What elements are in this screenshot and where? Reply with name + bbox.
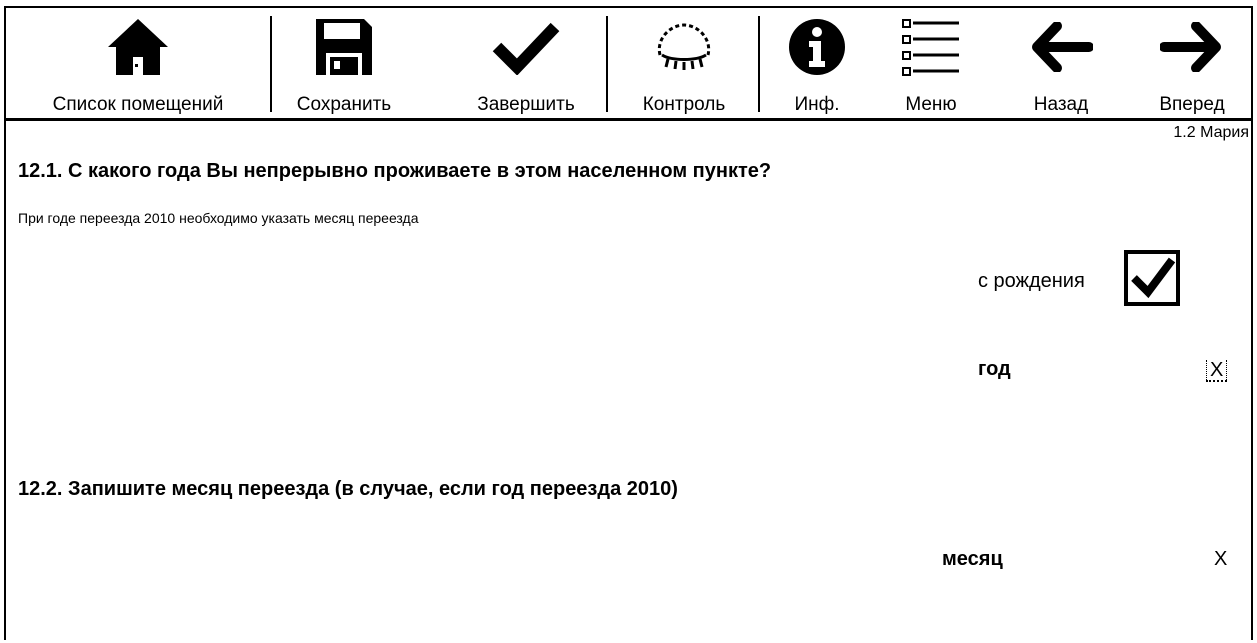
control-label: Контроль	[642, 94, 726, 115]
app-frame: Список помещений Сохранить Завершить Кон…	[4, 6, 1253, 640]
control-button[interactable]: Контроль	[610, 8, 758, 118]
question-12-2-title: 12.2. Запишите месяц переезда (в случае,…	[18, 478, 678, 500]
menu-button[interactable]: Меню	[876, 8, 986, 118]
question-12-1-title: 12.1. С какого года Вы непрерывно прожив…	[18, 160, 772, 182]
month-value[interactable]: X	[1214, 548, 1227, 571]
since-birth-checkbox[interactable]	[1124, 250, 1180, 306]
info-label: Инф.	[794, 94, 840, 115]
month-label: месяц	[942, 548, 1003, 570]
rooms-list-label: Список помещений	[52, 94, 224, 115]
year-value[interactable]: X	[1206, 360, 1228, 382]
floppy-disk-icon	[309, 16, 379, 78]
toolbar-divider	[758, 16, 760, 112]
question-12-1-hint: При годе переезда 2010 необходимо указат…	[18, 210, 419, 226]
back-label: Назад	[1033, 94, 1089, 115]
since-birth-label: с рождения	[978, 270, 1085, 292]
control-icon	[649, 16, 719, 78]
list-menu-icon	[896, 16, 966, 78]
toolbar-divider	[606, 16, 608, 112]
forward-label: Вперед	[1159, 94, 1225, 115]
info-icon	[782, 16, 852, 78]
menu-label: Меню	[905, 94, 957, 115]
finish-button[interactable]: Завершить	[446, 8, 606, 118]
toolbar-divider	[270, 16, 272, 112]
arrow-right-icon	[1157, 16, 1227, 78]
checkmark-icon	[491, 16, 561, 78]
arrow-left-icon	[1026, 16, 1096, 78]
toolbar: Список помещений Сохранить Завершить Кон…	[6, 8, 1251, 121]
save-button[interactable]: Сохранить	[274, 8, 414, 118]
rooms-list-button[interactable]: Список помещений	[6, 8, 270, 118]
back-button[interactable]: Назад	[1006, 8, 1116, 118]
respondent-indicator: 1.2 Мария	[1173, 124, 1249, 141]
home-icon	[103, 16, 173, 78]
check-icon	[1131, 257, 1176, 299]
forward-button[interactable]: Вперед	[1134, 8, 1250, 118]
info-button[interactable]: Инф.	[762, 8, 872, 118]
finish-label: Завершить	[477, 94, 575, 115]
year-label: год	[978, 358, 1011, 380]
save-label: Сохранить	[296, 94, 392, 115]
